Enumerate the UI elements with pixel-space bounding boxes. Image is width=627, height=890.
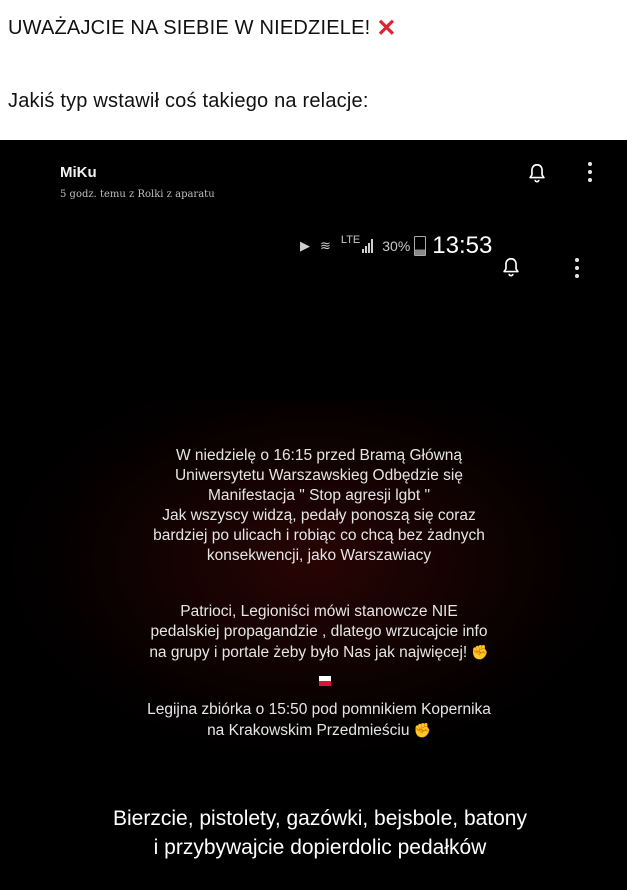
- post-title-line: UWAŻAJCIE NA SIEBIE W NIEDZIELE! ✕: [8, 14, 397, 43]
- message-line: pedalskiej propagandzie , dlatego wrzuca…: [150, 623, 488, 640]
- message-line-text: na grupy i portale żeby było Nas jak naj…: [149, 644, 468, 661]
- message-line: bardziej po ulicach i robiąc co chcą bez…: [153, 527, 485, 544]
- more-options-icon: [574, 258, 580, 282]
- message-line: Legijna zbiórka o 15:50 pod pomnikiem Ko…: [147, 701, 491, 718]
- post-subtitle: Jakiś typ wstawił coś takiego na relacje…: [8, 90, 369, 112]
- network-type: LTE: [340, 234, 361, 246]
- story-meta: 5 godz. temu z Rolki z aparatu: [60, 189, 215, 200]
- message-line: W niedzielę o 16:15 przed Bramą Główną: [175, 447, 463, 464]
- battery-percent: 30%: [382, 238, 411, 254]
- more-options-icon[interactable]: [587, 162, 593, 186]
- story-screenshot: MiKu 5 godz. temu z Rolki z aparatu ▶ ≋ …: [0, 140, 627, 890]
- message-paragraph-2: Patrioci, Legioniści mówi stanowcze NIE …: [84, 602, 554, 663]
- message-paragraph-1: W niedzielę o 16:15 przed Bramą Główną U…: [84, 446, 554, 566]
- poland-flag-icon: [319, 676, 331, 686]
- phone-status-bar: ▶ ≋ LTE 30% 13:53: [300, 232, 492, 260]
- story-username[interactable]: MiKu: [60, 164, 215, 181]
- message-line: na grupy i portale żeby było Nas jak naj…: [84, 642, 554, 663]
- message-line: Patrioci, Legioniści mówi stanowcze NIE: [180, 603, 458, 620]
- caption-line: i przybywajcie dopierdolic pedałków: [153, 836, 487, 859]
- battery-icon: [414, 236, 427, 256]
- story-caption: Bierzcie, pistolety, gazówki, bejsbole, …: [40, 804, 600, 862]
- bell-icon: [500, 256, 522, 278]
- message-line: konsekwencji, jako Warszawiacy: [206, 547, 432, 564]
- bell-icon[interactable]: [526, 162, 548, 184]
- message-paragraph-3: Legijna zbiórka o 15:50 pod pomnikiem Ko…: [84, 700, 554, 741]
- fist-icon: ✊: [471, 644, 489, 660]
- message-line: na Krakowskim Przedmieściu ✊: [84, 720, 554, 741]
- cross-mark-icon: ✕: [376, 15, 397, 42]
- cast-icon: ▶: [300, 238, 310, 253]
- message-line: Uniwersytetu Warszawskieg Odbędzie się: [174, 467, 463, 484]
- message-line: Manifestacja " Stop agresji lgbt ": [207, 487, 431, 504]
- wifi-icon: ≋: [320, 238, 331, 253]
- signal-icon: [362, 239, 374, 253]
- fist-icon: ✊: [413, 722, 431, 738]
- message-line-text: na Krakowskim Przedmieściu: [207, 722, 410, 739]
- status-clock: 13:53: [432, 232, 493, 259]
- caption-line: Bierzcie, pistolety, gazówki, bejsbole, …: [113, 807, 527, 830]
- story-header: MiKu 5 godz. temu z Rolki z aparatu: [60, 164, 215, 200]
- post-title: UWAŻAJCIE NA SIEBIE W NIEDZIELE!: [8, 17, 371, 39]
- message-line: Jak wszyscy widzą, pedały ponoszą się co…: [162, 507, 476, 524]
